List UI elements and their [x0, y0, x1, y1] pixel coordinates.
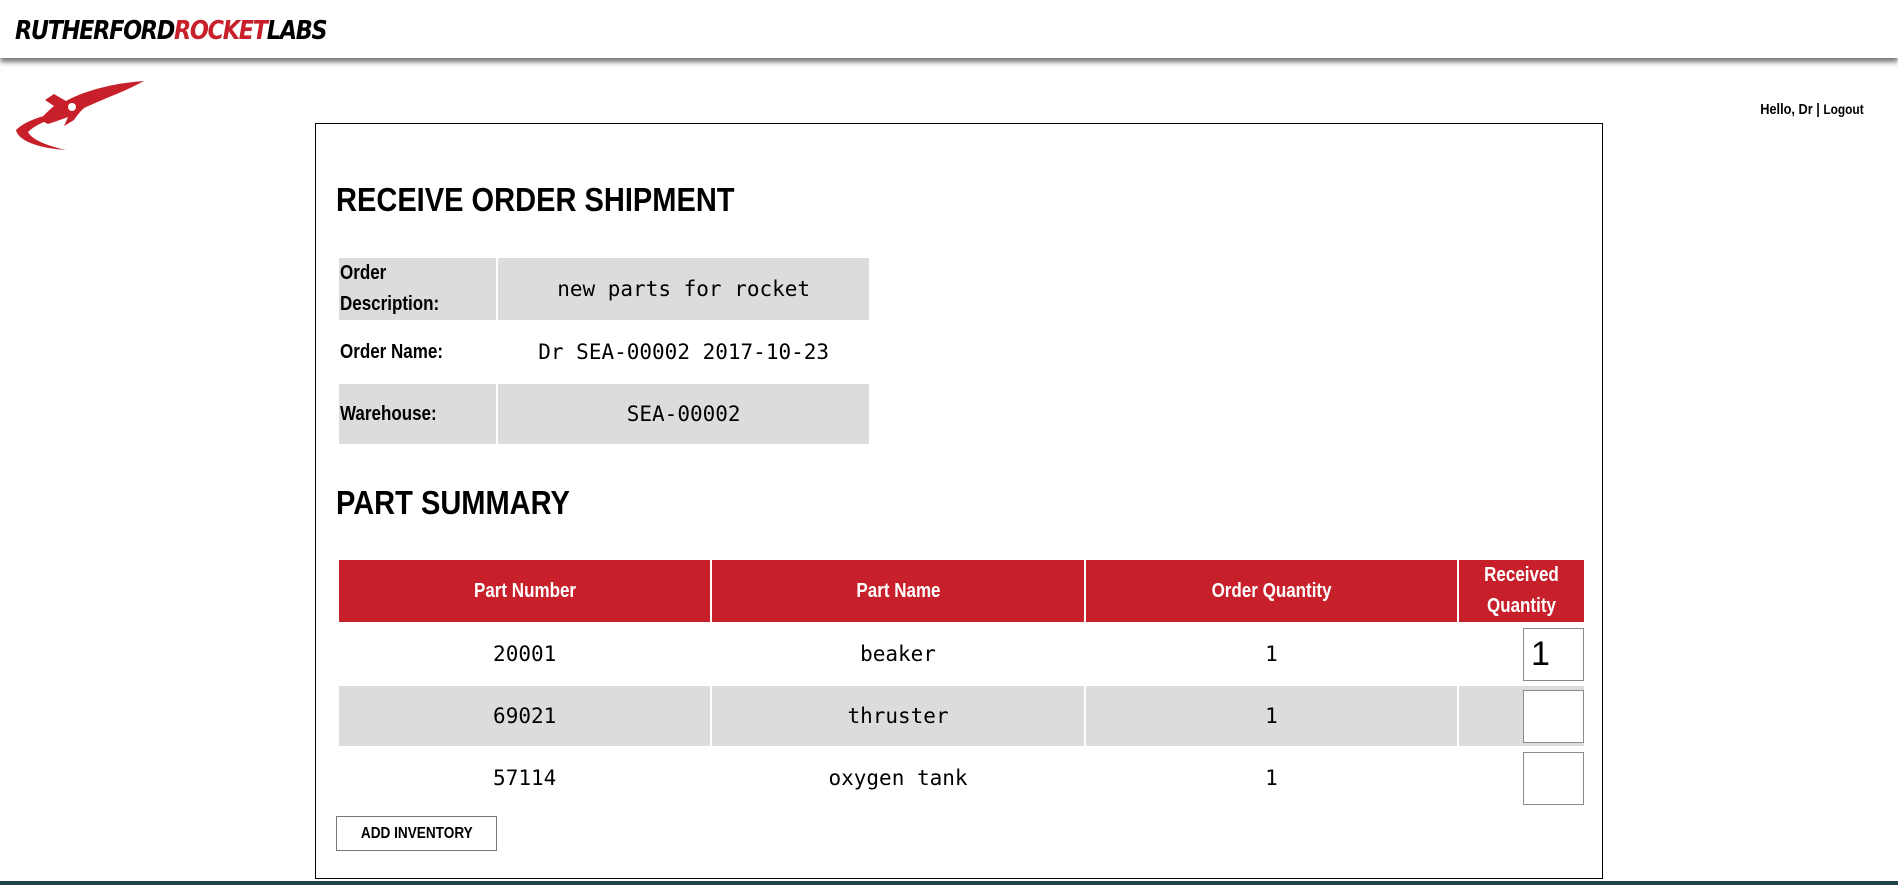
part-summary-table: Part Number Part Name Order Quantity Rec… — [337, 558, 1586, 810]
table-header-row: Part Number Part Name Order Quantity Rec… — [339, 560, 1584, 622]
add-inventory-button[interactable]: ADD INVENTORY — [336, 816, 497, 851]
brand-part-3: LABS — [266, 16, 328, 46]
warehouse-value: SEA-00002 — [498, 384, 869, 444]
order-description-value: new parts for rocket — [498, 258, 869, 320]
column-header-received-quantity: Received Quantity — [1459, 560, 1584, 622]
received-quantity-input[interactable] — [1523, 689, 1584, 743]
part-number-cell: 20001 — [493, 642, 557, 666]
user-separator: | — [1813, 101, 1824, 118]
order-description-label: Order Description: — [340, 262, 440, 315]
logout-link[interactable]: Logout — [1824, 101, 1864, 117]
top-nav-bar: RUTHERFORDROCKETLABS — [0, 0, 1898, 58]
column-header-order-quantity: Order Quantity — [1085, 560, 1458, 622]
part-name-cell: beaker — [860, 642, 936, 666]
order-description-row: Order Description: new parts for rocket — [339, 258, 869, 320]
table-row: 57114 oxygen tank 1 — [339, 748, 1584, 808]
rocket-logo-icon — [16, 81, 144, 150]
part-number-cell: 57114 — [493, 766, 557, 790]
column-header-part-name: Part Name — [712, 560, 1084, 622]
part-number-cell: 69021 — [339, 686, 711, 746]
page-title: RECEIVE ORDER SHIPMENT — [336, 181, 735, 218]
received-quantity-input[interactable] — [1523, 627, 1584, 681]
order-name-label: Order Name: — [340, 340, 443, 363]
brand-part-1: RUTHERFORD — [15, 16, 175, 46]
order-quantity-cell: 1 — [1085, 686, 1458, 746]
part-name-cell: oxygen tank — [828, 766, 968, 790]
warehouse-label: Warehouse: — [340, 402, 437, 425]
receive-order-panel: RECEIVE ORDER SHIPMENT Order Description… — [315, 123, 1603, 879]
table-row: 20001 beaker 1 — [339, 624, 1584, 684]
brand-part-2: ROCKET — [173, 16, 268, 46]
part-summary-title: PART SUMMARY — [336, 484, 570, 521]
received-quantity-input[interactable] — [1523, 751, 1584, 805]
warehouse-row: Warehouse: SEA-00002 — [339, 384, 869, 444]
column-header-part-number: Part Number — [339, 560, 711, 622]
add-inventory-label: ADD INVENTORY — [360, 824, 473, 842]
table-row: 69021 thruster 1 — [339, 686, 1584, 746]
received-quantity-cell — [1459, 624, 1584, 684]
footer-strip — [0, 881, 1898, 885]
order-quantity-cell: 1 — [1265, 642, 1278, 666]
order-name-value: Dr SEA-00002 2017-10-23 — [538, 340, 830, 364]
user-menu: Hello, Dr | Logout — [1761, 101, 1864, 118]
order-quantity-cell: 1 — [1265, 766, 1278, 790]
order-info-table: Order Description: new parts for rocket … — [337, 256, 871, 446]
user-greeting: Hello, Dr — [1760, 101, 1814, 118]
part-name-cell: thruster — [712, 686, 1084, 746]
received-quantity-cell — [1459, 748, 1584, 808]
order-name-row: Order Name: Dr SEA-00002 2017-10-23 — [339, 322, 869, 382]
brand-wordmark[interactable]: RUTHERFORDROCKETLABS — [15, 16, 328, 46]
received-quantity-cell — [1459, 686, 1584, 746]
